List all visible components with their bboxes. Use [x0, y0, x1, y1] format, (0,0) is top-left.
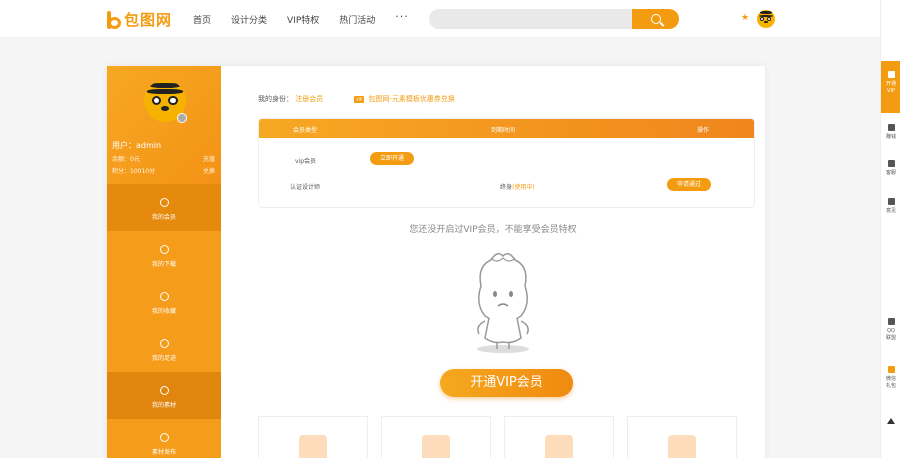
diamond-icon	[668, 435, 696, 458]
user-center-card: 用户：admin 余额：0元 充值 积分：10010分 兑换 我的会员 我的下载…	[107, 66, 765, 458]
rbar-open-vip[interactable]: 开通 VIP	[881, 61, 900, 113]
footprint-icon	[159, 339, 169, 348]
service-icon	[887, 160, 895, 167]
identity-line: 我的身份： 注册会员	[258, 94, 323, 104]
upload-icon	[159, 433, 169, 442]
rbar-feedback-label: 意见	[885, 208, 896, 214]
door-icon	[299, 435, 327, 458]
expire-value: 终身	[500, 184, 513, 191]
nav-more-icon[interactable]: ···	[395, 10, 409, 26]
sidebar-item-my-downloads[interactable]: 我的下载	[107, 231, 221, 278]
sidebar-item-label: 我的素材	[151, 402, 176, 409]
sidebar-item-label: 我的会员	[151, 214, 176, 221]
money-icon	[887, 124, 895, 131]
crown-icon	[887, 71, 895, 78]
rbar-service[interactable]: 客服	[881, 160, 900, 177]
col-member-type: 会员类型	[293, 127, 318, 134]
user-sidebar: 用户：admin 余额：0元 充值 积分：10010分 兑换 我的会员 我的下载…	[107, 66, 221, 458]
sidebar-item-my-footprints[interactable]: 我的足迹	[107, 325, 221, 372]
username: 用户：admin	[112, 141, 162, 150]
coupon-link[interactable]: VIP 包图网-元素模板优惠券兑换	[354, 94, 455, 104]
rbar-feedback[interactable]: 意见	[881, 198, 900, 215]
membership-table: 会员类型 到期时间 操作 vip会员 立即开通 认证设计师 终身(使用中) 申请…	[258, 118, 755, 208]
star-icon	[159, 292, 169, 301]
rbar-service-label: 客服	[885, 170, 896, 176]
sidebar-item-label: 我的足迹	[151, 355, 176, 362]
table-header: 会员类型 到期时间 操作	[259, 119, 754, 138]
search-icon	[650, 14, 661, 24]
briefcase-icon	[422, 435, 450, 458]
rbar-wechat-gift-label: 微信 礼包	[885, 376, 896, 389]
rbar-earn-label: 赚钱	[885, 134, 896, 140]
privilege-card-3[interactable]	[504, 416, 614, 458]
avatar-badge-icon	[177, 113, 187, 123]
vip-tag-icon: VIP	[354, 95, 365, 103]
rbar-earn[interactable]: 赚钱	[881, 124, 900, 141]
search-button[interactable]	[632, 9, 679, 29]
points-row: 积分：10010分 兑换	[112, 166, 215, 175]
sidebar-item-label: 我的收藏	[151, 308, 176, 315]
sidebar-item-material-publish[interactable]: 素材发布	[107, 419, 221, 458]
col-action: 操作	[697, 127, 710, 134]
sad-bun-mascot-icon	[477, 253, 529, 353]
open-vip-button[interactable]: 开通VIP会员	[440, 369, 573, 397]
redeem-link[interactable]: 兑换	[203, 166, 215, 175]
material-icon	[159, 386, 169, 395]
nav-vip-privileges[interactable]: VIP特权	[287, 13, 319, 26]
logo-mark-icon	[107, 10, 122, 29]
nav-hot-events[interactable]: 热门活动	[339, 13, 375, 26]
nav-design-categories[interactable]: 设计分类	[231, 13, 267, 26]
back-to-top-icon	[887, 418, 895, 424]
nav-home[interactable]: 首页	[193, 13, 211, 26]
rbar-open-vip-label: 开通 VIP	[885, 81, 896, 94]
header: 包图网 首页 设计分类 VIP特权 热门活动 ··· ★	[0, 0, 880, 38]
row-expire-designer: 终身(使用中)	[500, 182, 535, 191]
main-nav: 首页 设计分类 VIP特权 热门活动 ···	[193, 10, 429, 26]
apply-approved-button[interactable]: 申请通过	[667, 178, 711, 191]
logo-text: 包图网	[124, 11, 173, 29]
sidebar-item-label: 素材发布	[151, 449, 176, 456]
balance-row: 余额：0元 充值	[112, 154, 215, 163]
rbar-qq-union-label: QQ 联盟	[885, 328, 896, 341]
balance-label: 余额：0元	[112, 156, 140, 163]
col-expire-time: 到期时间	[491, 127, 516, 134]
coupon-text: 包图网-元素模板优惠券兑换	[368, 95, 455, 103]
diamond-icon	[159, 198, 169, 207]
gift-icon	[887, 366, 895, 373]
row-type-designer: 认证设计师	[290, 184, 321, 191]
privilege-card-1[interactable]	[258, 416, 368, 458]
sidebar-item-label: 我的下载	[151, 261, 176, 268]
rbar-back-to-top[interactable]	[881, 418, 900, 427]
right-float-bar: 开通 VIP 赚钱 客服 意见 QQ 联盟 微信 礼包	[880, 0, 900, 458]
open-now-button[interactable]: 立即开通	[370, 152, 414, 165]
privilege-card-4[interactable]	[627, 416, 737, 458]
star-icon	[545, 435, 573, 458]
feedback-icon	[887, 198, 895, 205]
sidebar-item-my-materials[interactable]: 我的素材	[107, 372, 221, 419]
logo[interactable]: 包图网	[107, 9, 172, 30]
points-label: 积分：10010分	[112, 168, 156, 175]
header-avatar[interactable]	[757, 10, 775, 28]
crown-icon[interactable]: ★	[741, 13, 749, 23]
qq-icon	[887, 318, 895, 325]
row-type-vip: vip会员	[295, 158, 317, 165]
download-icon	[159, 245, 169, 254]
identity-value: 注册会员	[295, 95, 324, 103]
rbar-wechat-gift[interactable]: 微信 礼包	[881, 366, 900, 390]
no-vip-notice: 您还没开启过VIP会员，不能享受会员特权	[409, 225, 577, 235]
sidebar-item-my-favorites[interactable]: 我的收藏	[107, 278, 221, 325]
identity-label: 我的身份：	[258, 95, 293, 103]
rbar-qq-union[interactable]: QQ 联盟	[881, 318, 900, 342]
recharge-link[interactable]: 充值	[203, 154, 215, 163]
privilege-card-2[interactable]	[381, 416, 491, 458]
expire-status: (使用中)	[512, 184, 535, 191]
